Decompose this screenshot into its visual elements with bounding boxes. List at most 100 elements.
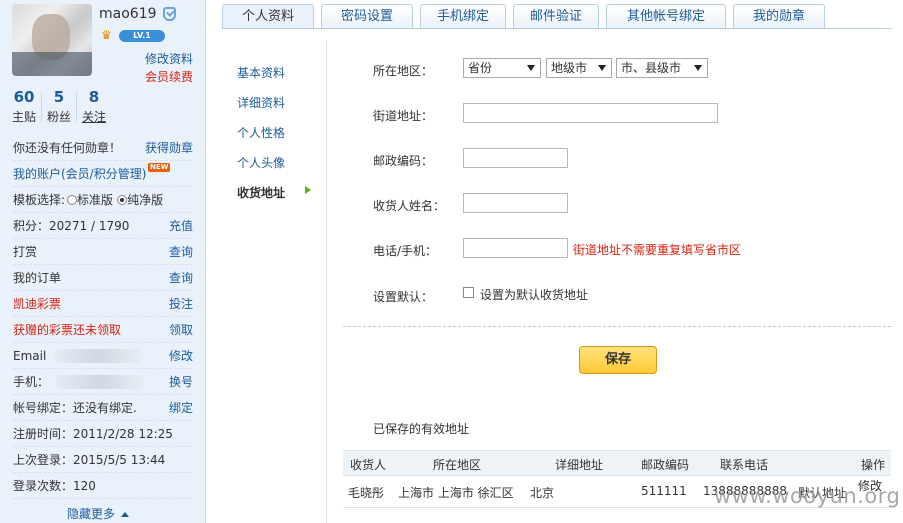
gift-row: 获赠的彩票还未领取 领取 (13, 317, 193, 343)
crown-icon: ♛ (101, 28, 112, 42)
phone-input[interactable] (463, 238, 568, 258)
stat-fans[interactable]: 5 粉丝 (47, 88, 71, 125)
template-label: 模板选择: (13, 193, 66, 207)
col-header-postcode: 邮政编码 (641, 458, 690, 472)
cell-address: 北京 (530, 486, 555, 500)
template-pure-option[interactable]: 纯净版 (117, 187, 163, 213)
profile-subnav: 基本资料 详细资料 个人性格 个人头像 收货地址 (222, 40, 327, 523)
street-label: 街道地址： (373, 109, 434, 123)
tip-query-link[interactable]: 查询 (169, 239, 193, 265)
tip-row: 打赏 查询 (13, 239, 193, 265)
col-header-action: 操作 (861, 458, 886, 472)
get-badges-link[interactable]: 获得勋章 (145, 135, 193, 161)
col-header-region: 所在地区 (433, 458, 482, 472)
tab-phone-binding[interactable]: 手机绑定 (420, 4, 506, 29)
collapse-more-link[interactable]: 隐藏更多 (67, 505, 130, 522)
tab-other-accounts[interactable]: 其他帐号绑定 (606, 4, 726, 29)
badges-text: 你还没有任何勋章！ (13, 141, 122, 155)
street-input[interactable] (463, 103, 718, 123)
badges-row: 你还没有任何勋章！ 获得勋章 (13, 135, 193, 161)
tab-email-verify[interactable]: 邮件验证 (513, 4, 599, 29)
gift-claim-link[interactable]: 领取 (169, 317, 193, 343)
dropdown-caret-icon (694, 65, 702, 71)
watermark: www.wooyun.org (714, 484, 901, 508)
subnav-basic-info[interactable]: 基本资料 (237, 64, 285, 81)
default-address-checkbox[interactable] (463, 287, 474, 298)
email-value-redacted (54, 349, 145, 363)
tab-my-badges[interactable]: 我的勋章 (733, 4, 825, 29)
col-header-recipient: 收货人 (350, 458, 387, 472)
active-arrow-icon (305, 186, 311, 194)
cell-postcode: 511111 (641, 484, 687, 498)
stat-posts[interactable]: 60 主贴 (12, 88, 36, 125)
orders-query-link[interactable]: 查询 (169, 265, 193, 291)
dropdown-caret-icon (527, 65, 535, 71)
template-standard-option[interactable]: 标准版 (67, 187, 113, 213)
stat-follow[interactable]: 8 关注 (82, 88, 106, 125)
mobile-label: 手机： (13, 375, 50, 389)
new-badge: NEW (148, 163, 171, 172)
collapse-more-label: 隐藏更多 (67, 507, 116, 521)
mobile-change-link[interactable]: 换号 (169, 369, 193, 395)
stat-follow-value: 8 (88, 88, 100, 106)
stat-divider (41, 92, 42, 122)
lottery-link[interactable]: 凯迪彩票 (13, 291, 61, 317)
stat-follow-label: 关注 (82, 110, 107, 124)
tip-label: 打赏 (13, 245, 38, 259)
save-button[interactable]: 保存 (579, 346, 657, 374)
account-link[interactable]: 我的账户(会员/积分管理) (13, 161, 146, 187)
subnav-detail-info[interactable]: 详细资料 (237, 94, 285, 111)
tab-password[interactable]: 密码设置 (321, 4, 413, 29)
recipient-input[interactable] (463, 193, 568, 213)
login-count: 登录次数：120 (13, 479, 96, 493)
avatar[interactable] (12, 4, 92, 76)
tab-divider (222, 28, 892, 29)
template-standard-label: 标准版 (77, 193, 114, 207)
default-address-checkbox-label[interactable]: 设置为默认收货地址 (480, 286, 588, 303)
lottery-bet-link[interactable]: 投注 (169, 291, 193, 317)
register-row: 注册时间：2011/2/28 12:25 (13, 421, 193, 447)
last-login-time: 上次登录：2015/5/5 13:44 (13, 453, 166, 467)
points-row: 积分：20271 / 1790 充值 (13, 213, 193, 239)
renew-vip-link[interactable]: 会员续费 (145, 68, 193, 85)
radio-pure[interactable] (117, 195, 128, 205)
email-label: Email (13, 349, 47, 363)
county-value: 市、县级市 (621, 61, 682, 75)
bind-row: 帐号绑定：还没有绑定. 绑定 (13, 395, 193, 421)
province-select[interactable]: 省份 (463, 58, 541, 78)
recipient-label: 收货人姓名： (373, 199, 446, 213)
city-select[interactable]: 地级市 (546, 58, 612, 78)
subnav-avatar[interactable]: 个人头像 (237, 154, 285, 171)
stat-fans-value: 5 (53, 88, 65, 106)
region-label: 所在地区： (373, 64, 434, 78)
recharge-link[interactable]: 充值 (169, 213, 193, 239)
username[interactable]: mao619 (99, 6, 157, 22)
last-login-row: 上次登录：2015/5/5 13:44 (13, 447, 193, 473)
orders-label: 我的订单 (13, 271, 62, 285)
address-hint-text: 街道地址不需要重复填写省市区 (573, 243, 742, 257)
bind-link[interactable]: 绑定 (169, 395, 193, 421)
template-row: 模板选择: 标准版 纯净版 (13, 187, 193, 213)
subnav-shipping-address[interactable]: 收货地址 (237, 184, 285, 201)
login-count-row: 登录次数：120 (13, 473, 193, 499)
saved-addresses-title: 已保存的有效地址 (373, 422, 470, 436)
orders-row: 我的订单 查询 (13, 265, 193, 291)
col-header-address: 详细地址 (555, 458, 604, 472)
county-select[interactable]: 市、县级市 (616, 58, 708, 78)
bind-label: 帐号绑定：还没有绑定. (13, 401, 137, 415)
points-label: 积分：20271 / 1790 (13, 219, 130, 233)
gift-lottery-link[interactable]: 获赠的彩票还未领取 (13, 317, 121, 343)
edit-profile-link[interactable]: 修改资料 (145, 50, 193, 67)
table-header (343, 450, 891, 476)
email-edit-link[interactable]: 修改 (169, 343, 193, 369)
verified-icon (163, 7, 176, 21)
stat-fans-label: 粉丝 (47, 110, 72, 124)
subnav-personality[interactable]: 个人性格 (237, 124, 285, 141)
city-value: 地级市 (551, 61, 588, 75)
mobile-value-redacted (55, 375, 146, 389)
tab-profile[interactable]: 个人资料 (222, 4, 314, 29)
stat-posts-value: 60 (13, 88, 35, 106)
province-value: 省份 (468, 61, 493, 75)
radio-standard[interactable] (67, 195, 78, 205)
postcode-input[interactable] (463, 148, 568, 168)
